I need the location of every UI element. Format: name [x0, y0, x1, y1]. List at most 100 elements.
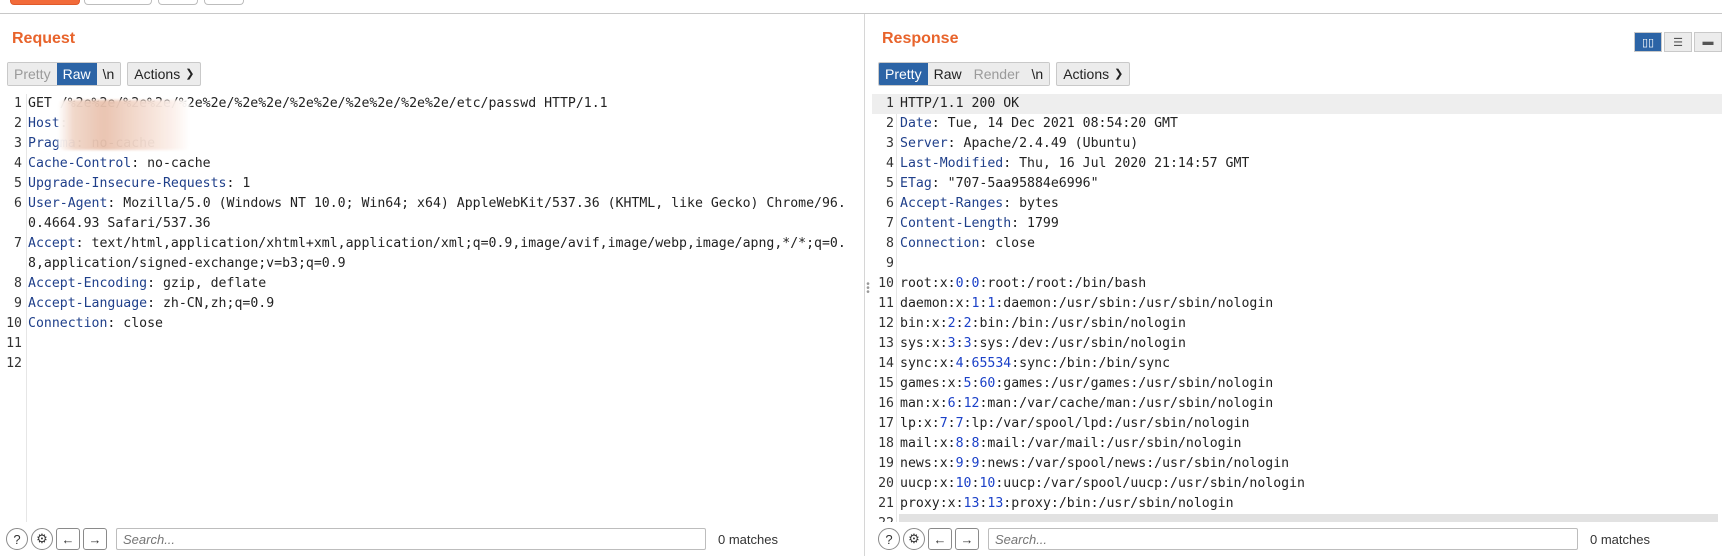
- header-name: Accept-Ranges: [900, 196, 1004, 211]
- horizontal-scrollbar[interactable]: [899, 514, 1718, 522]
- passwd-line: 20 uucp:x:10:10:uucp:/var/spool/uucp:/usr…: [872, 474, 1722, 494]
- tab-pretty[interactable]: Pretty: [8, 63, 57, 85]
- send-button[interactable]: [10, 0, 80, 5]
- line-number: 14: [878, 356, 894, 371]
- actions-label: Actions: [1063, 66, 1110, 82]
- passwd-line: 15 games:x:5:60:games:/usr/games:/usr/sbi…: [872, 374, 1722, 394]
- header-separator: :: [1011, 216, 1028, 231]
- header-value: "707-5aa95884e6996": [947, 176, 1099, 191]
- tab-render[interactable]: Render: [967, 63, 1026, 85]
- pane-resize-handle[interactable]: • • •: [865, 280, 871, 298]
- field-sep: :x:: [931, 476, 956, 491]
- header-separator: :: [979, 236, 996, 251]
- field-sep: :: [955, 396, 964, 411]
- header-value: bytes: [1019, 196, 1059, 211]
- line-number: 10: [878, 276, 894, 291]
- field-sep: :x:: [931, 436, 956, 451]
- header-separator: :: [931, 176, 948, 191]
- line-number: 8: [886, 236, 894, 251]
- request-search-input[interactable]: [116, 528, 706, 550]
- response-editor[interactable]: 1 HTTP/1.1 200 OK 2 Date: Tue, 14 Dec 2021 …: [872, 94, 1722, 522]
- header-value: 1799: [1027, 216, 1059, 231]
- header-value: close: [123, 316, 163, 331]
- passwd-rest: games:/usr/games:/usr/sbin/nologin: [1003, 376, 1274, 391]
- line-number: 9: [14, 296, 22, 311]
- passwd-gid: 13: [987, 496, 1004, 511]
- response-actions-button[interactable]: Actions ❯: [1056, 62, 1131, 86]
- response-toolbar: Pretty Raw Render \n Actions ❯: [878, 62, 1131, 86]
- split-vertical-icon[interactable]: ▯▯: [1634, 32, 1662, 52]
- code-line: 10 Connection: close: [0, 314, 864, 334]
- header-separator: :: [931, 116, 948, 131]
- request-editor[interactable]: 1 GET /%2e%2e/%2e%2e/%2e%2e/%2e%2e/%2e%2e…: [0, 94, 864, 522]
- response-search-input[interactable]: [988, 528, 1578, 550]
- header-name: ETag: [900, 176, 932, 191]
- request-pane: Request Pretty Raw \n Actions ❯ 1 GET /%2e%…: [0, 14, 865, 556]
- header-separator: :: [147, 276, 163, 291]
- line-number: 11: [878, 296, 894, 311]
- passwd-rest: sync:/bin:/bin/sync: [1019, 356, 1171, 371]
- line-number: 11: [6, 336, 22, 351]
- arrow-left-icon[interactable]: ←: [928, 528, 952, 550]
- cancel-button[interactable]: [84, 0, 152, 5]
- nav-forward-button[interactable]: [204, 0, 244, 5]
- field-sep: :: [963, 356, 972, 371]
- request-search-bar: ? ⚙ ← → 0 matches: [0, 522, 864, 556]
- header-value: 1: [242, 176, 251, 191]
- passwd-rest: bin:/bin:/usr/sbin/nologin: [979, 316, 1186, 331]
- passwd-uid: 6: [947, 396, 956, 411]
- line-content: sys:x:3:3:sys:/dev:/usr/sbin/nologin: [900, 334, 1186, 354]
- response-pane: Response ▯▯ ☰ ▬ Pretty Raw Render \n Action…: [872, 14, 1722, 556]
- tab-newline[interactable]: \n: [1025, 63, 1050, 85]
- header-separator: :: [107, 196, 124, 211]
- gear-icon[interactable]: ⚙: [903, 528, 925, 550]
- passwd-gid: 2: [963, 316, 972, 331]
- field-sep: :x:: [947, 296, 972, 311]
- line-content: Last-Modified: Thu, 16 Jul 2020 21:14:57…: [900, 154, 1249, 174]
- arrow-left-icon[interactable]: ←: [56, 528, 80, 550]
- header-name: Accept-Encoding: [28, 276, 148, 291]
- nav-back-button[interactable]: [158, 0, 198, 5]
- code-line: 7 Accept: text/html,application/xhtml+xml…: [0, 234, 864, 274]
- line-number: 2: [14, 116, 22, 131]
- header-separator: :: [107, 316, 124, 331]
- passwd-gid: 7: [955, 416, 964, 431]
- passwd-user: sync: [900, 356, 932, 371]
- line-content: root:x:0:0:root:/root:/bin/bash: [900, 274, 1146, 294]
- passwd-line: 21 proxy:x:13:13:proxy:/bin:/usr/sbin/nol…: [872, 494, 1722, 514]
- line-content: daemon:x:1:1:daemon:/usr/sbin:/usr/sbin/…: [900, 294, 1273, 314]
- request-view-tabs: Pretty Raw \n: [7, 62, 122, 86]
- passwd-gid: 60: [979, 376, 996, 391]
- header-value: text/html,application/xhtml+xml,applicat…: [28, 236, 846, 271]
- header-value: no-cache: [147, 156, 211, 171]
- chevron-down-icon: ❯: [185, 68, 195, 80]
- help-icon[interactable]: ?: [878, 528, 900, 550]
- tab-raw[interactable]: Raw: [56, 63, 97, 85]
- single-pane-icon[interactable]: ▬: [1694, 32, 1722, 52]
- line-content: man:x:6:12:man:/var/cache/man:/usr/sbin/…: [900, 394, 1273, 414]
- tab-newline[interactable]: \n: [96, 63, 121, 85]
- arrow-right-icon[interactable]: →: [83, 528, 107, 550]
- tab-pretty[interactable]: Pretty: [879, 63, 928, 85]
- help-icon[interactable]: ?: [6, 528, 28, 550]
- line-number: 20: [878, 476, 894, 491]
- header-value: Tue, 14 Dec 2021 08:54:20 GMT: [947, 116, 1178, 131]
- passwd-rest: sys:/dev:/usr/sbin/nologin: [979, 336, 1186, 351]
- tab-raw[interactable]: Raw: [927, 63, 968, 85]
- redacted-blur: [58, 100, 190, 150]
- code-line: 7 Content-Length: 1799: [872, 214, 1722, 234]
- line-number: 6: [14, 196, 22, 211]
- passwd-line: 11 daemon:x:1:1:daemon:/usr/sbin:/usr/sbi…: [872, 294, 1722, 314]
- passwd-user: daemon: [900, 296, 948, 311]
- gear-icon[interactable]: ⚙: [31, 528, 53, 550]
- field-sep: :: [963, 436, 972, 451]
- request-actions-button[interactable]: Actions ❯: [127, 62, 202, 86]
- line-number: 17: [878, 416, 894, 431]
- arrow-right-icon[interactable]: →: [955, 528, 979, 550]
- field-sep: :x:: [931, 276, 956, 291]
- split-horizontal-icon[interactable]: ☰: [1664, 32, 1692, 52]
- line-number: 6: [886, 196, 894, 211]
- line-content: mail:x:8:8:mail:/var/mail:/usr/sbin/nolo…: [900, 434, 1241, 454]
- code-line: 12: [0, 354, 864, 374]
- line-number: 7: [14, 236, 22, 251]
